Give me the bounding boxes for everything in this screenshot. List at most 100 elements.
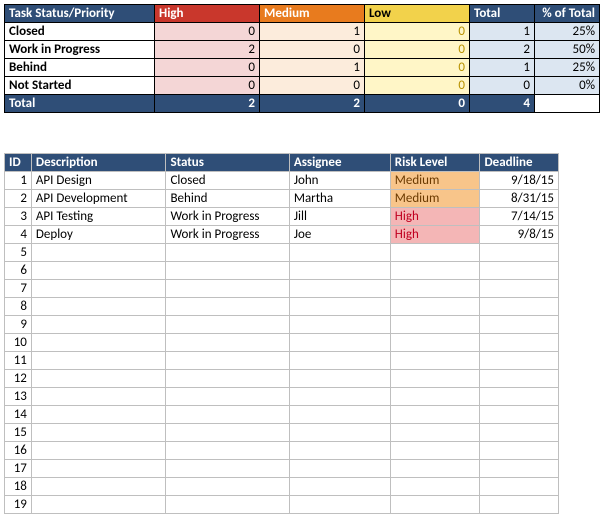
cell-id[interactable]: 5 xyxy=(5,244,32,262)
cell-id[interactable]: 1 xyxy=(5,172,32,190)
cell-deadline[interactable] xyxy=(480,280,559,298)
cell-id[interactable]: 3 xyxy=(5,208,32,226)
cell-risk[interactable] xyxy=(390,334,480,352)
cell-status[interactable] xyxy=(166,370,289,388)
cell-assignee[interactable] xyxy=(289,316,390,334)
cell-risk[interactable] xyxy=(390,442,480,460)
cell-desc[interactable] xyxy=(31,460,166,478)
cell-risk[interactable]: Medium xyxy=(390,172,480,190)
cell-status[interactable] xyxy=(166,496,289,514)
cell-deadline[interactable] xyxy=(480,262,559,280)
cell-deadline[interactable] xyxy=(480,460,559,478)
cell-desc[interactable] xyxy=(31,496,166,514)
cell-id[interactable]: 9 xyxy=(5,316,32,334)
cell-desc[interactable] xyxy=(31,262,166,280)
cell-status[interactable]: Work in Progress xyxy=(166,226,289,244)
cell-assignee[interactable] xyxy=(289,442,390,460)
cell-assignee[interactable] xyxy=(289,496,390,514)
cell-deadline[interactable] xyxy=(480,244,559,262)
cell-risk[interactable] xyxy=(390,244,480,262)
cell-status[interactable] xyxy=(166,388,289,406)
cell-deadline[interactable] xyxy=(480,298,559,316)
cell-id[interactable]: 4 xyxy=(5,226,32,244)
cell-risk[interactable]: High xyxy=(390,208,480,226)
cell-deadline[interactable] xyxy=(480,406,559,424)
cell-risk[interactable] xyxy=(390,352,480,370)
cell-status[interactable] xyxy=(166,442,289,460)
cell-status[interactable] xyxy=(166,262,289,280)
cell-assignee[interactable] xyxy=(289,298,390,316)
cell-assignee[interactable] xyxy=(289,460,390,478)
cell-status[interactable] xyxy=(166,244,289,262)
cell-risk[interactable] xyxy=(390,424,480,442)
cell-id[interactable]: 15 xyxy=(5,424,32,442)
cell-risk[interactable] xyxy=(390,280,480,298)
cell-id[interactable]: 2 xyxy=(5,190,32,208)
cell-status[interactable] xyxy=(166,460,289,478)
cell-deadline[interactable]: 8/31/15 xyxy=(480,190,559,208)
cell-deadline[interactable]: 7/14/15 xyxy=(480,208,559,226)
cell-deadline[interactable]: 9/18/15 xyxy=(480,172,559,190)
cell-assignee[interactable] xyxy=(289,388,390,406)
cell-id[interactable]: 13 xyxy=(5,388,32,406)
cell-desc[interactable] xyxy=(31,334,166,352)
cell-desc[interactable] xyxy=(31,244,166,262)
cell-status[interactable]: Behind xyxy=(166,190,289,208)
cell-id[interactable]: 17 xyxy=(5,460,32,478)
cell-assignee[interactable] xyxy=(289,352,390,370)
cell-id[interactable]: 11 xyxy=(5,352,32,370)
cell-assignee[interactable] xyxy=(289,334,390,352)
cell-status[interactable] xyxy=(166,334,289,352)
cell-status[interactable] xyxy=(166,280,289,298)
cell-assignee[interactable]: Jill xyxy=(289,208,390,226)
cell-status[interactable] xyxy=(166,478,289,496)
cell-desc[interactable]: API Design xyxy=(31,172,166,190)
cell-assignee[interactable] xyxy=(289,262,390,280)
cell-id[interactable]: 7 xyxy=(5,280,32,298)
cell-desc[interactable] xyxy=(31,388,166,406)
cell-assignee[interactable]: Martha xyxy=(289,190,390,208)
cell-risk[interactable] xyxy=(390,316,480,334)
cell-risk[interactable] xyxy=(390,298,480,316)
cell-assignee[interactable]: Joe xyxy=(289,226,390,244)
cell-deadline[interactable] xyxy=(480,334,559,352)
cell-desc[interactable] xyxy=(31,406,166,424)
cell-desc[interactable] xyxy=(31,352,166,370)
cell-desc[interactable] xyxy=(31,298,166,316)
cell-desc[interactable] xyxy=(31,478,166,496)
cell-id[interactable]: 8 xyxy=(5,298,32,316)
cell-desc[interactable] xyxy=(31,316,166,334)
cell-id[interactable]: 16 xyxy=(5,442,32,460)
cell-id[interactable]: 14 xyxy=(5,406,32,424)
cell-assignee[interactable] xyxy=(289,406,390,424)
cell-risk[interactable] xyxy=(390,388,480,406)
cell-risk[interactable]: Medium xyxy=(390,190,480,208)
cell-id[interactable]: 10 xyxy=(5,334,32,352)
cell-deadline[interactable] xyxy=(480,442,559,460)
cell-id[interactable]: 19 xyxy=(5,496,32,514)
cell-deadline[interactable]: 9/8/15 xyxy=(480,226,559,244)
cell-risk[interactable] xyxy=(390,478,480,496)
cell-id[interactable]: 12 xyxy=(5,370,32,388)
cell-assignee[interactable] xyxy=(289,424,390,442)
cell-risk[interactable] xyxy=(390,496,480,514)
cell-deadline[interactable] xyxy=(480,352,559,370)
cell-status[interactable] xyxy=(166,424,289,442)
cell-deadline[interactable] xyxy=(480,424,559,442)
cell-status[interactable]: Work in Progress xyxy=(166,208,289,226)
cell-status[interactable] xyxy=(166,352,289,370)
cell-desc[interactable]: API Development xyxy=(31,190,166,208)
cell-desc[interactable] xyxy=(31,370,166,388)
cell-assignee[interactable] xyxy=(289,244,390,262)
cell-desc[interactable] xyxy=(31,280,166,298)
cell-deadline[interactable] xyxy=(480,370,559,388)
cell-risk[interactable] xyxy=(390,406,480,424)
cell-risk[interactable]: High xyxy=(390,226,480,244)
cell-deadline[interactable] xyxy=(480,496,559,514)
cell-status[interactable]: Closed xyxy=(166,172,289,190)
cell-status[interactable] xyxy=(166,316,289,334)
cell-assignee[interactable] xyxy=(289,280,390,298)
cell-deadline[interactable] xyxy=(480,388,559,406)
cell-risk[interactable] xyxy=(390,262,480,280)
cell-desc[interactable] xyxy=(31,424,166,442)
